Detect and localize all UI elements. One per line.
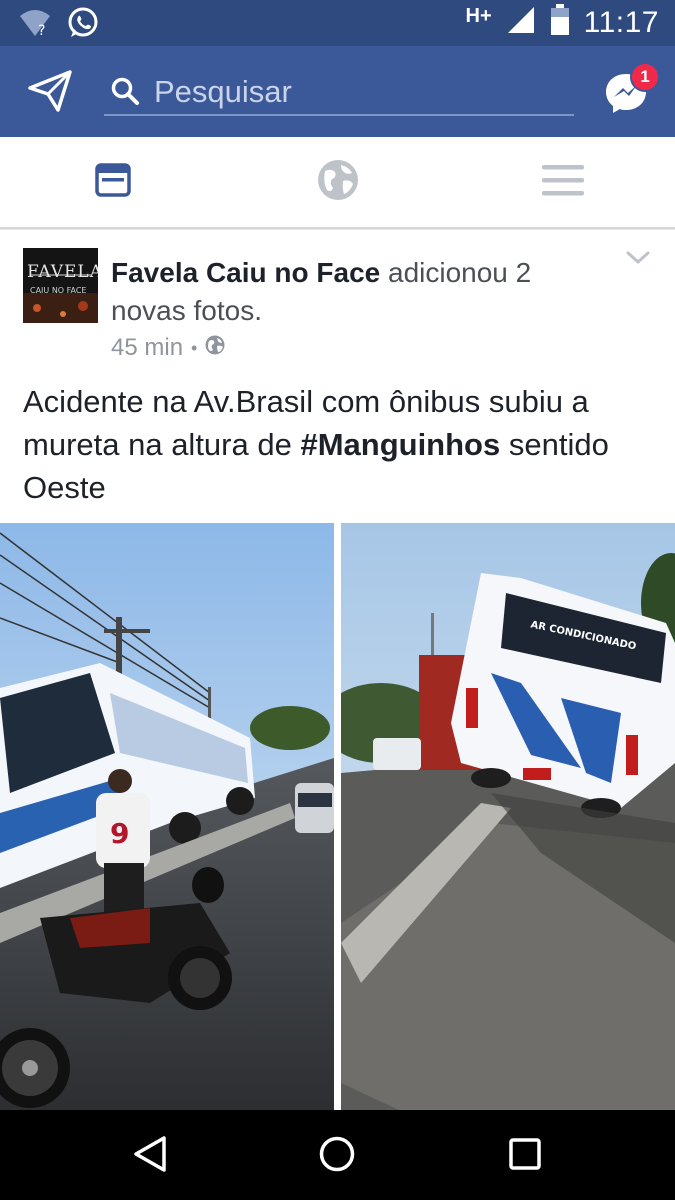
- avatar-subtext: CAIU NO FACE: [30, 286, 87, 295]
- news-feed-icon: [94, 162, 131, 202]
- status-bar: ? H+ 11:17: [0, 0, 675, 46]
- signal-icon: [506, 5, 536, 40]
- back-triangle-icon: [132, 1135, 168, 1178]
- tab-news-feed[interactable]: [0, 137, 225, 227]
- hashtag-link[interactable]: #Manguinhos: [300, 427, 500, 462]
- android-nav-bar: [0, 1110, 675, 1200]
- clock: 11:17: [583, 5, 659, 39]
- page-avatar[interactable]: FAVELA CAIU NO FACE: [23, 248, 98, 323]
- tab-bar: [0, 137, 675, 229]
- whatsapp-icon: [66, 6, 100, 45]
- menu-icon: [541, 164, 584, 201]
- network-type: H+: [465, 5, 492, 27]
- search-input[interactable]: [154, 70, 564, 114]
- post-photo-1[interactable]: 9: [0, 523, 334, 1111]
- feed-post: FAVELA CAIU NO FACE Favela Caiu no Face …: [0, 229, 675, 1111]
- post-options-chevron-icon[interactable]: [626, 250, 650, 271]
- avatar-text: FAVELA: [27, 262, 98, 282]
- tab-notifications-globe[interactable]: [225, 137, 450, 227]
- send-icon[interactable]: [28, 70, 72, 117]
- messenger-badge: 1: [630, 62, 660, 92]
- post-message: Acidente na Av.Brasil com ônibus subiu a…: [23, 380, 663, 509]
- post-timestamp[interactable]: 45 min: [111, 334, 183, 362]
- app-header: 1: [0, 46, 675, 137]
- wifi-unknown-icon: ?: [18, 8, 52, 43]
- recents-button[interactable]: [503, 1134, 547, 1178]
- globe-icon: [205, 334, 225, 362]
- search-bar[interactable]: [104, 70, 574, 116]
- battery-icon: [550, 4, 570, 41]
- post-author-link[interactable]: Favela Caiu no Face: [111, 257, 380, 288]
- home-circle-icon: [318, 1135, 356, 1178]
- svg-text:?: ?: [38, 23, 45, 38]
- globe-icon: [317, 159, 359, 206]
- recents-square-icon: [508, 1137, 542, 1176]
- home-button[interactable]: [315, 1134, 359, 1178]
- back-button[interactable]: [128, 1134, 172, 1178]
- tab-menu[interactable]: [450, 137, 675, 227]
- post-meta: 45 min •: [111, 334, 225, 362]
- svg-text:9: 9: [110, 817, 129, 850]
- post-photo-2[interactable]: AR CONDICIONADO: [341, 523, 675, 1111]
- meta-separator: •: [191, 337, 198, 358]
- search-icon: [110, 76, 140, 111]
- post-header: Favela Caiu no Face adicionou 2 novas fo…: [111, 254, 611, 330]
